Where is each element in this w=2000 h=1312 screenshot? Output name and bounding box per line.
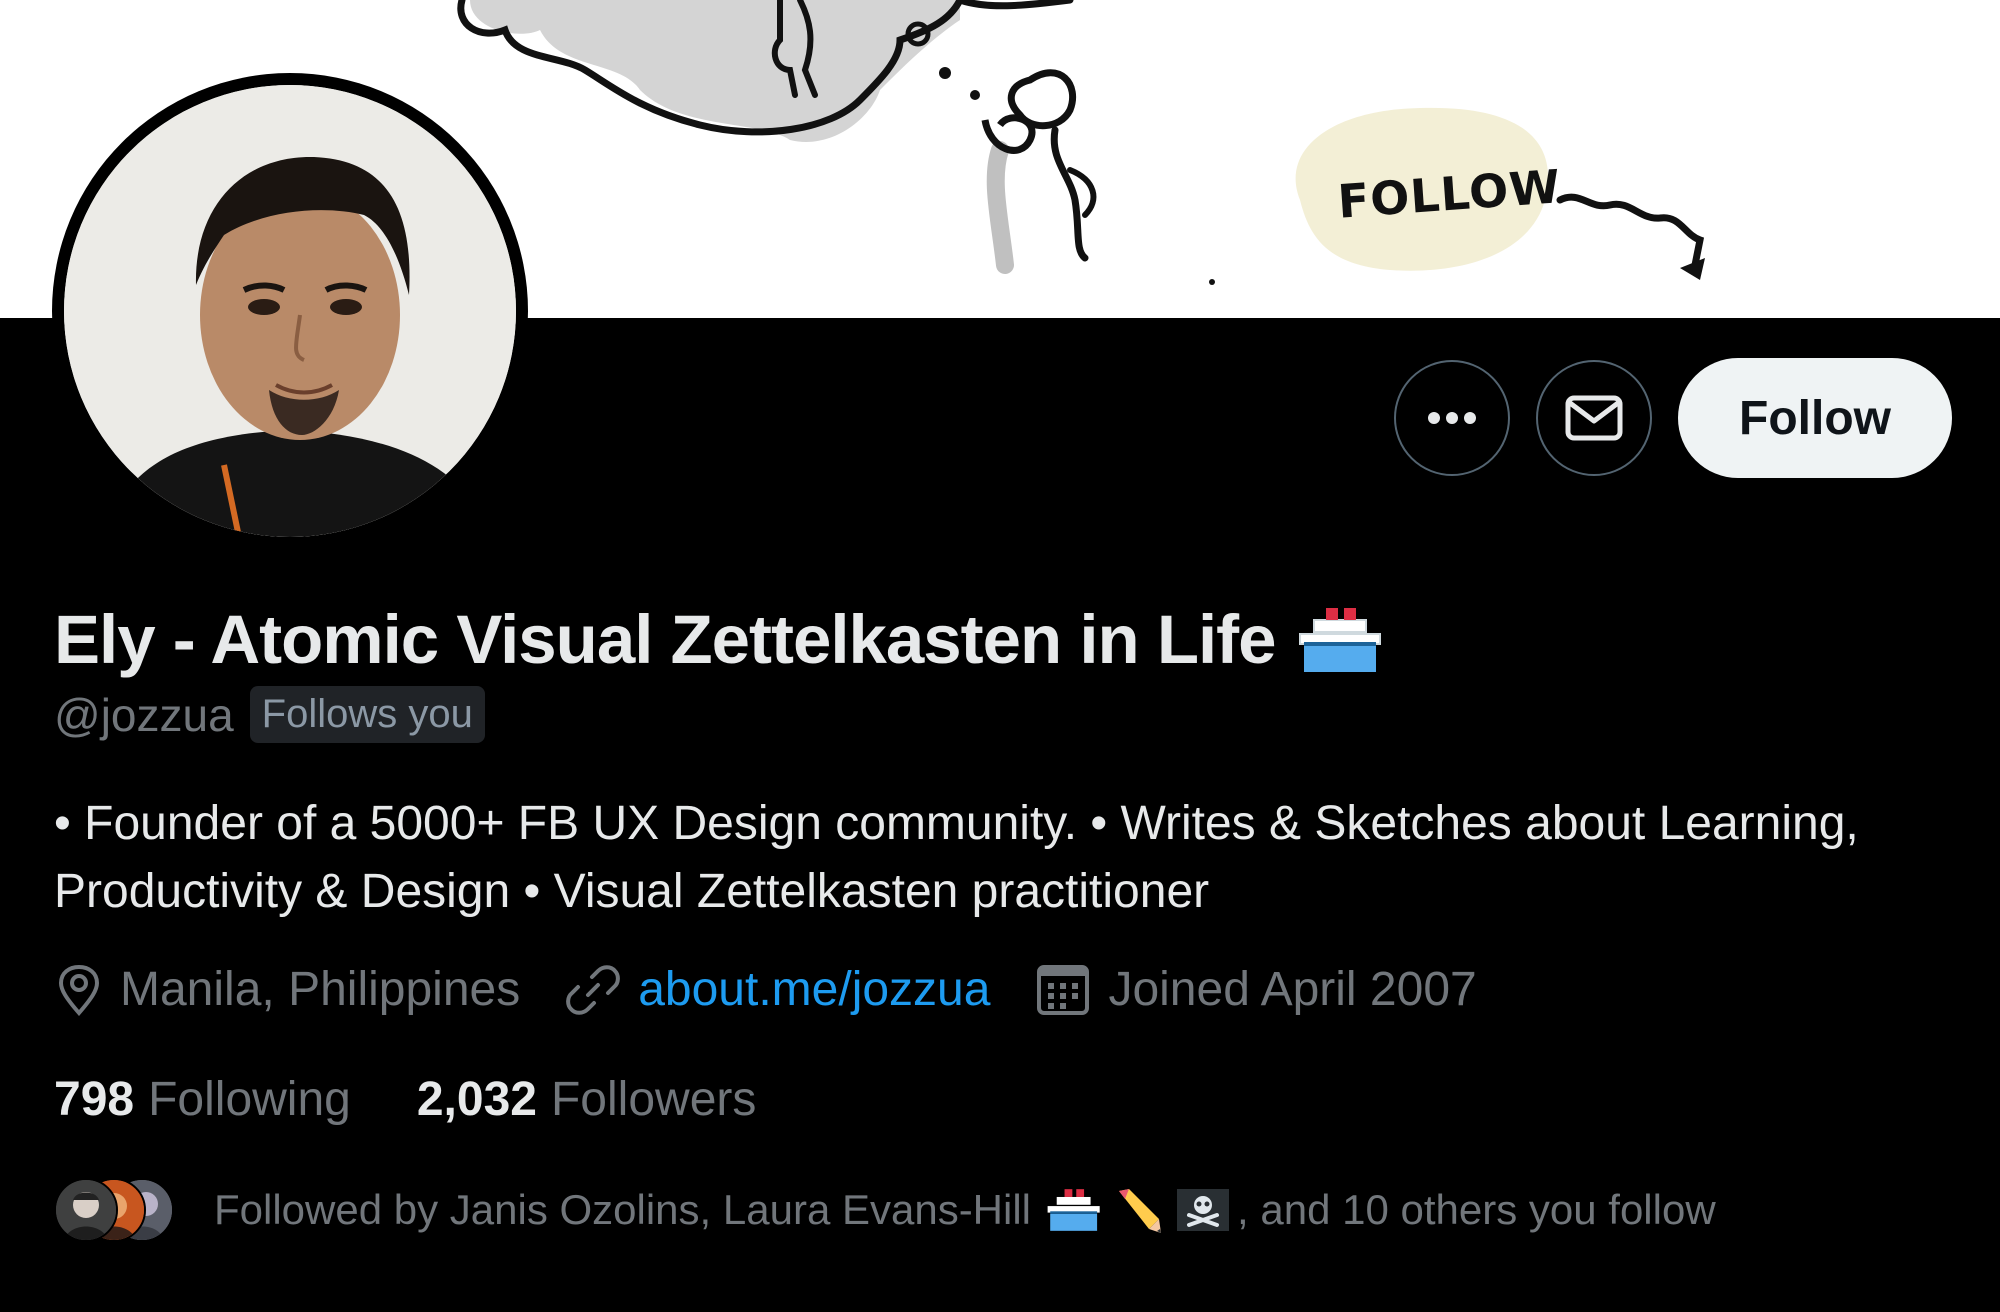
website-link[interactable]: about.me/jozzua xyxy=(638,962,990,1017)
avatar xyxy=(54,1178,118,1242)
display-name-row: Ely - Atomic Visual Zettelkasten in Life xyxy=(54,600,1382,679)
location-pin-icon xyxy=(58,964,100,1016)
avatar-photo xyxy=(64,85,516,537)
followers-stat[interactable]: 2,032 Followers xyxy=(417,1072,757,1127)
more-icon xyxy=(1428,412,1476,424)
joined-text: Joined April 2007 xyxy=(1108,963,1477,1016)
location-text: Manila, Philippines xyxy=(120,963,521,1016)
handle-row: @jozzua Follows you xyxy=(54,686,485,743)
profile-bio: • Founder of a 5000+ FB UX Design commun… xyxy=(54,797,1859,918)
following-label: Following xyxy=(148,1073,351,1126)
calendar-icon xyxy=(1037,964,1090,1015)
followers-label: Followers xyxy=(550,1073,757,1126)
ship-icon xyxy=(1047,1189,1100,1231)
more-options-button[interactable] xyxy=(1394,360,1510,476)
envelope-icon xyxy=(1565,395,1623,441)
website-item: about.me/jozzua xyxy=(566,962,990,1017)
user-handle: @jozzua xyxy=(54,688,234,741)
follower-avatars xyxy=(54,1178,174,1242)
message-button[interactable] xyxy=(1536,360,1652,476)
profile-avatar[interactable] xyxy=(52,73,528,549)
profile-actions: Follow xyxy=(1394,358,1952,478)
pencil-icon xyxy=(1119,1189,1162,1233)
follow-button[interactable]: Follow xyxy=(1678,358,1952,478)
skull-flag-icon xyxy=(1177,1189,1230,1231)
link-icon xyxy=(566,964,621,1015)
joined-item: Joined April 2007 xyxy=(1036,962,1477,1017)
following-count: 798 xyxy=(54,1073,135,1126)
follows-you-badge: Follows you xyxy=(249,686,485,743)
followers-count: 2,032 xyxy=(416,1073,537,1126)
followed-by-text: Followed by Janis Ozolins, Laura Evans-H… xyxy=(214,1185,1716,1235)
follow-stats: 798 Following 2,032 Followers xyxy=(54,1072,822,1127)
ship-icon xyxy=(1298,607,1381,672)
followed-by-prefix: Followed by Janis Ozolins, Laura Evans-H… xyxy=(214,1186,1032,1233)
display-name: Ely - Atomic Visual Zettelkasten in Life xyxy=(54,601,1277,678)
profile-meta: Manila, Philippines about.me/jozzua Join… xyxy=(56,962,1523,1017)
followed-by-suffix: , and 10 others you follow xyxy=(1237,1186,1716,1233)
followed-by-row[interactable]: Followed by Janis Ozolins, Laura Evans-H… xyxy=(54,1178,1716,1242)
location-item: Manila, Philippines xyxy=(56,962,520,1017)
following-stat[interactable]: 798 Following xyxy=(54,1072,351,1127)
